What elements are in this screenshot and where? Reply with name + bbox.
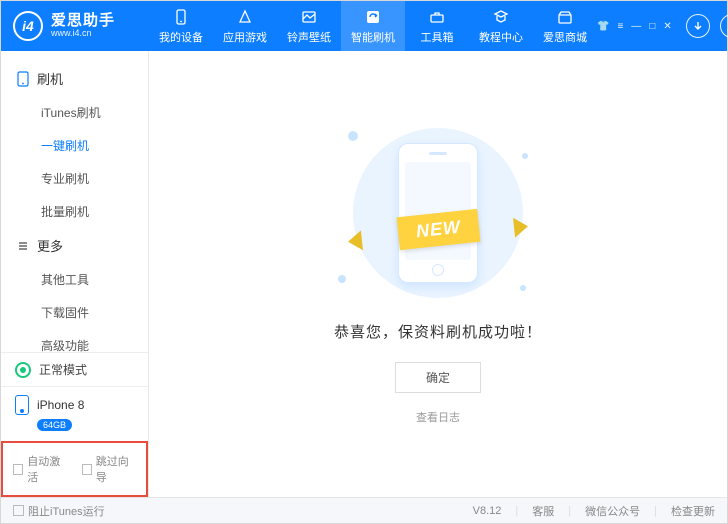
maximize-icon[interactable]: □ <box>649 21 655 32</box>
device-status[interactable]: 正常模式 <box>1 352 148 386</box>
header: i4 爱思助手 www.i4.cn 我的设备 应用游戏 铃声壁纸 智能刷机 <box>1 1 727 51</box>
sidebar-section-title: 更多 <box>37 236 63 255</box>
footer-left: 阻止iTunes运行 <box>13 503 105 519</box>
app-window: i4 爱思助手 www.i4.cn 我的设备 应用游戏 铃声壁纸 智能刷机 <box>0 0 728 524</box>
tab-ringtones[interactable]: 铃声壁纸 <box>277 1 341 51</box>
sidebar-section-flash: 刷机 <box>1 61 148 96</box>
close-icon[interactable]: ✕ <box>663 21 671 32</box>
sidebar-item-oneclick-flash[interactable]: 一键刷机 <box>1 129 148 162</box>
checkbox-label: 跳过向导 <box>96 453 136 485</box>
sidebar-section-title: 刷机 <box>37 69 63 88</box>
phone-outline-icon <box>17 71 29 87</box>
sidebar-section-more: 更多 <box>1 228 148 263</box>
top-tabs: 我的设备 应用游戏 铃声壁纸 智能刷机 工具箱 教程中心 <box>149 1 597 51</box>
ribbon-tail <box>347 230 363 251</box>
status-icon <box>15 362 31 378</box>
user-button[interactable] <box>720 14 728 38</box>
apps-icon <box>236 8 254 26</box>
sidebar-list: 刷机 iTunes刷机 一键刷机 专业刷机 批量刷机 更多 其他工具 下载固件 … <box>1 51 148 352</box>
sidebar-options: 自动激活 跳过向导 <box>1 441 148 497</box>
checkbox-box-icon <box>13 464 23 475</box>
sidebar-item-advanced[interactable]: 高级功能 <box>1 329 148 352</box>
toolbox-icon <box>428 8 446 26</box>
support-link[interactable]: 客服 <box>532 503 554 519</box>
checkbox-box-icon <box>82 464 92 475</box>
checkbox-skip-guide[interactable]: 跳过向导 <box>82 453 137 485</box>
storage-badge: 64GB <box>37 419 72 431</box>
device-icon <box>172 8 190 26</box>
ribbon-tail <box>513 216 529 237</box>
update-link[interactable]: 检查更新 <box>671 503 715 519</box>
wechat-link[interactable]: 微信公众号 <box>585 503 640 519</box>
separator: | <box>515 505 518 517</box>
sidebar-item-itunes-flash[interactable]: iTunes刷机 <box>1 96 148 129</box>
sidebar-item-pro-flash[interactable]: 专业刷机 <box>1 162 148 195</box>
main-content: NEW 恭喜您，保资料刷机成功啦！ 确定 查看日志 <box>149 51 727 497</box>
wallpaper-icon <box>300 8 318 26</box>
sidebar-item-download-firmware[interactable]: 下载固件 <box>1 296 148 329</box>
decor-dot <box>348 131 358 141</box>
checkbox-label: 阻止iTunes运行 <box>28 503 105 519</box>
sidebar-item-other-tools[interactable]: 其他工具 <box>1 263 148 296</box>
checkbox-block-itunes[interactable]: 阻止iTunes运行 <box>13 503 105 519</box>
skin-icon[interactable]: 👕 <box>597 21 609 32</box>
tab-apps[interactable]: 应用游戏 <box>213 1 277 51</box>
app-url: www.i4.cn <box>51 29 115 39</box>
illustration: NEW <box>328 123 548 303</box>
tab-store[interactable]: 爱思商城 <box>533 1 597 51</box>
tab-smart-flash[interactable]: 智能刷机 <box>341 1 405 51</box>
app-title: 爱思助手 <box>51 13 115 30</box>
logo-area: i4 爱思助手 www.i4.cn <box>1 11 149 41</box>
download-button[interactable] <box>686 14 710 38</box>
decor-dot <box>338 275 346 283</box>
separator: | <box>654 505 657 517</box>
tab-my-device[interactable]: 我的设备 <box>149 1 213 51</box>
tutorial-icon <box>492 8 510 26</box>
ok-button[interactable]: 确定 <box>395 362 481 393</box>
view-log-link[interactable]: 查看日志 <box>416 409 460 425</box>
store-icon <box>556 8 574 26</box>
device-box[interactable]: iPhone 8 64GB <box>1 386 148 441</box>
sidebar: 刷机 iTunes刷机 一键刷机 专业刷机 批量刷机 更多 其他工具 下载固件 … <box>1 51 149 497</box>
window-controls: 👕 ≡ — □ ✕ <box>597 21 672 32</box>
sidebar-item-batch-flash[interactable]: 批量刷机 <box>1 195 148 228</box>
logo-icon: i4 <box>13 11 43 41</box>
decor-dot <box>520 285 526 291</box>
separator: | <box>568 505 571 517</box>
list-icon <box>17 240 29 252</box>
tab-toolbox[interactable]: 工具箱 <box>405 1 469 51</box>
checkbox-box-icon <box>13 505 24 516</box>
flash-icon <box>364 8 382 26</box>
footer: 阻止iTunes运行 V8.12 | 客服 | 微信公众号 | 检查更新 <box>1 497 727 523</box>
footer-right: V8.12 | 客服 | 微信公众号 | 检查更新 <box>473 503 715 519</box>
checkbox-label: 自动激活 <box>27 453 67 485</box>
logo-text: 爱思助手 www.i4.cn <box>51 13 115 39</box>
decor-dot <box>522 153 528 159</box>
device-phone-icon <box>15 395 29 415</box>
tab-tutorials[interactable]: 教程中心 <box>469 1 533 51</box>
status-text: 正常模式 <box>39 361 87 378</box>
header-right: 👕 ≡ — □ ✕ <box>597 14 728 38</box>
menu-icon[interactable]: ≡ <box>617 21 623 32</box>
checkbox-auto-activate[interactable]: 自动激活 <box>13 453 68 485</box>
minimize-icon[interactable]: — <box>631 21 641 32</box>
body: 刷机 iTunes刷机 一键刷机 专业刷机 批量刷机 更多 其他工具 下载固件 … <box>1 51 727 497</box>
device-name: iPhone 8 <box>37 398 84 412</box>
version-text: V8.12 <box>473 505 502 517</box>
success-message: 恭喜您，保资料刷机成功啦！ <box>334 321 542 342</box>
